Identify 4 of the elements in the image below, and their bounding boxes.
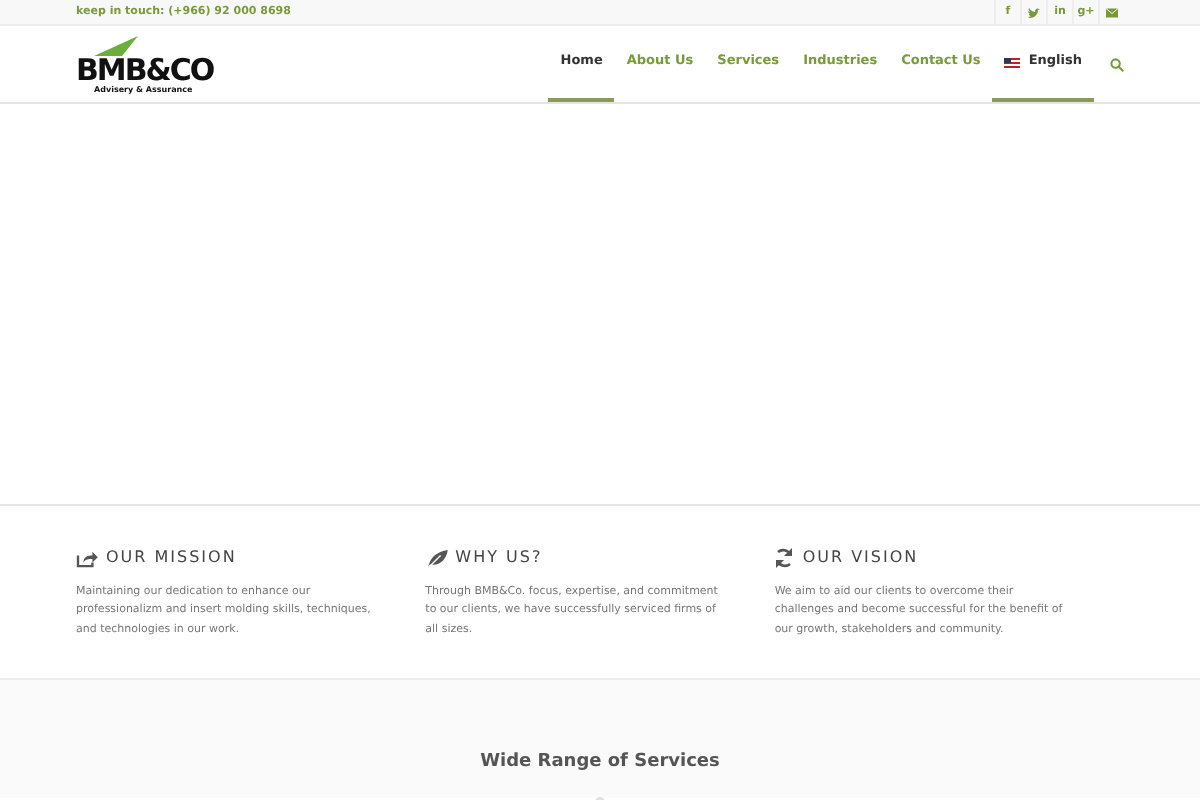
feature-title: OUR VISION [802,546,919,570]
feature-title: WHY US? [455,546,543,570]
section-title: Wide Range of Services [480,750,720,776]
feature-title: OUR MISSION [106,546,237,570]
